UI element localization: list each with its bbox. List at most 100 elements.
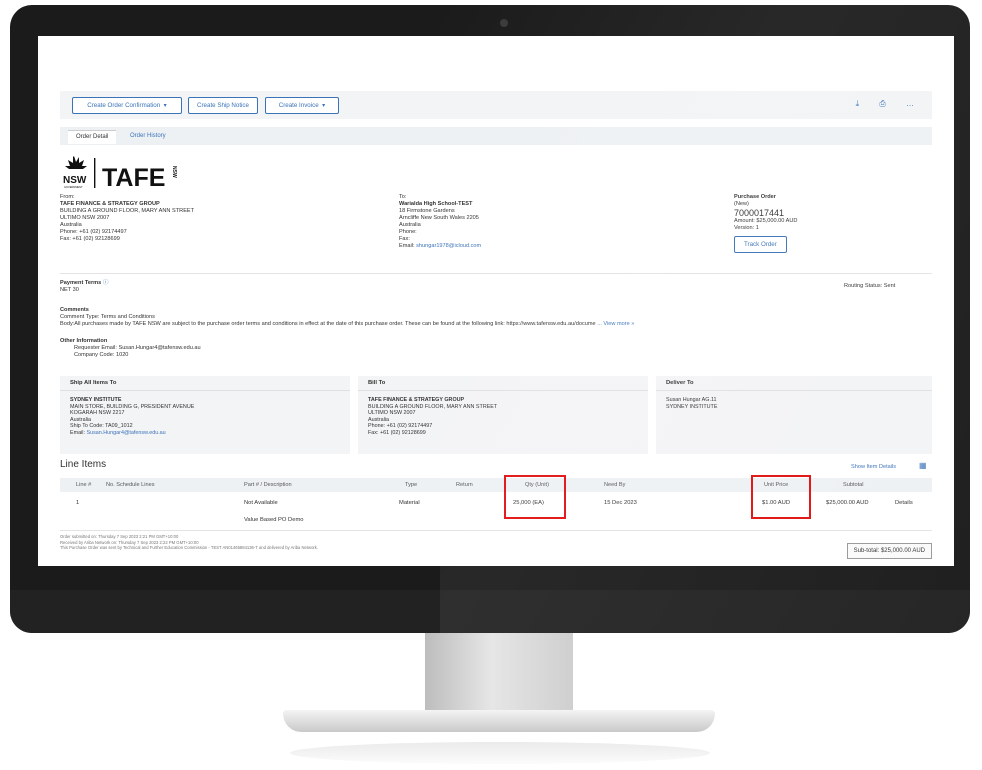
column-header-return: Return [456, 482, 473, 488]
tab-order-detail[interactable]: Order Detail [68, 130, 117, 144]
from-name: TAFE FINANCE & STRATEGY GROUP [60, 201, 160, 207]
from-line: ULTIMO NSW 2007 [60, 215, 110, 221]
to-label: To: [399, 194, 407, 200]
grid-settings-icon[interactable]: ▦ [919, 461, 927, 470]
ship-to-panel: Ship All Items To SYDNEY INSTITUTE MAIN … [60, 376, 350, 454]
footer-line: This Purchase Order was sent by Technica… [60, 545, 319, 551]
to-line: Australia [399, 222, 421, 228]
po-label: Purchase Order [734, 194, 776, 200]
deliver-to-title: Deliver To [656, 376, 932, 391]
other-information-label: Other Information [60, 338, 108, 344]
from-line: Fax: +61 (02) 92128699 [60, 236, 120, 242]
comments-label: Comments [60, 307, 89, 313]
bill-to-title: Bill To [358, 376, 648, 391]
ship-to-line: Australia [70, 416, 91, 423]
chevron-down-icon: ▾ [161, 102, 167, 109]
deliver-to-line: Susan Hungar AG.11 [666, 397, 717, 403]
divider [60, 273, 932, 274]
track-order-button[interactable]: Track Order [734, 236, 787, 253]
part-number: Not Available [244, 500, 278, 506]
deliver-to-panel: Deliver To Susan Hungar AG.11 SYDNEY INS… [656, 376, 932, 454]
action-bar: Create Order Confirmation ▾ Create Ship … [60, 91, 932, 119]
item-type: Material [399, 500, 420, 506]
screen: Create Order Confirmation ▾ Create Ship … [38, 36, 954, 566]
view-more-link[interactable]: ... View more » [597, 321, 634, 327]
more-icon[interactable]: … [906, 99, 914, 108]
tafe-logo-graphic: NSW GOVERNMENT TAFE NSW [63, 156, 177, 192]
ship-to-name: SYDNEY INSTITUTE [70, 397, 122, 403]
email-label: Email: [70, 429, 85, 436]
monitor-base [283, 710, 715, 732]
subtotal-box: Sub-total: $25,000.00 AUD [846, 543, 932, 559]
bill-to-line: BUILDING A GROUND FLOOR, MARY ANN STREET [368, 403, 498, 410]
government-logo-text: GOVERNMENT [64, 185, 83, 189]
button-label: Create Order Confirmation [87, 102, 161, 109]
tafe-nsw-logo: NSW GOVERNMENT TAFE NSW [60, 154, 200, 196]
bill-to-line: ULTIMO NSW 2007 [368, 410, 416, 417]
bill-to-line: Fax: +61 (02) 92128699 [368, 429, 426, 436]
po-amount: Amount: $25,000.00 AUD [734, 218, 798, 224]
ship-to-email-link[interactable]: Susan.Hungar4@tafensw.edu.au [86, 430, 165, 436]
to-email-row: Email: shungar1978@icloud.com [399, 243, 629, 250]
to-email-link[interactable]: shungar1978@icloud.com [416, 243, 481, 249]
tab-order-history[interactable]: Order History [122, 130, 174, 143]
bill-to-line: Phone: +61 (02) 92174497 [368, 423, 433, 430]
comment-body: Body:All purchases made by TAFE NSW are … [60, 321, 596, 327]
comment-type: Comment Type: Terms and Conditions [60, 314, 155, 320]
print-icon[interactable]: ⎙ [879, 99, 885, 108]
bill-to-line: Australia [368, 416, 389, 423]
from-line: Phone: +61 (02) 92174497 [60, 229, 127, 235]
toolbar-icons: ⤓ ⎙ … [838, 99, 914, 109]
tafe-logo-text: TAFE [102, 164, 165, 192]
to-address: To: Warialda High School-TEST 18 Firmsto… [399, 194, 629, 250]
purchase-order-summary: Purchase Order (New) 7000017441 Amount: … [734, 194, 894, 253]
to-line: Fax: [399, 236, 410, 242]
ship-to-line: Ship To Code: TA09_1012 [70, 423, 133, 430]
to-line: Phone: [399, 229, 417, 235]
unit-price-highlight-box [751, 475, 811, 519]
routing-status: Routing Status: Sent [844, 283, 896, 289]
bill-to-name: TAFE FINANCE & STRATEGY GROUP [368, 397, 465, 403]
from-address: From: TAFE FINANCE & STRATEGY GROUP BUIL… [60, 194, 320, 243]
create-invoice-button[interactable]: Create Invoice ▾ [265, 97, 339, 114]
to-line: 18 Firmstone Gardens [399, 208, 455, 214]
monitor-chin [10, 590, 970, 633]
requester-email: Requester Email: Susan.Hungar4@tafensw.e… [74, 345, 201, 351]
email-label: Email: [399, 243, 415, 249]
monitor-base-reflection [290, 742, 710, 764]
create-order-confirmation-button[interactable]: Create Order Confirmation ▾ [72, 97, 182, 114]
button-label: Create Invoice [278, 102, 319, 109]
from-label: From: [60, 194, 75, 200]
order-footer: Order submitted on: Thursday 7 Sep 2023 … [60, 534, 318, 551]
info-icon[interactable]: ⓘ [103, 280, 109, 286]
company-code: Company Code: 1020 [74, 352, 129, 358]
column-header-type: Type [405, 482, 418, 488]
details-link[interactable]: Details [895, 500, 913, 506]
column-header-subtotal: Subtotal [843, 482, 864, 488]
ship-to-email-row: Email: Susan.Hungar4@tafensw.edu.au [70, 430, 340, 437]
column-header-line: Line # [76, 482, 92, 488]
to-name: Warialda High School-TEST [399, 201, 473, 207]
po-version: Version: 1 [734, 225, 759, 231]
ship-to-title: Ship All Items To [60, 376, 350, 391]
other-information: Other Information Requester Email: Susan… [60, 338, 201, 359]
column-header-schedule: No. Schedule Lines [106, 482, 155, 488]
monitor-stand [425, 633, 573, 715]
po-status: (New) [734, 201, 749, 207]
from-line: Australia [60, 222, 82, 228]
deliver-to-line: SYDNEY INSTITUTE [666, 403, 718, 410]
show-item-details-link[interactable]: Show Item Details [851, 464, 896, 471]
chevron-down-icon: ▾ [320, 102, 326, 109]
create-ship-notice-button[interactable]: Create Ship Notice [188, 97, 258, 114]
camera-icon [500, 19, 508, 27]
ship-to-line: KOGARAH NSW 2217 [70, 410, 125, 417]
line-number: 1 [76, 500, 80, 506]
divider [60, 530, 932, 531]
comments-section: Comments Comment Type: Terms and Conditi… [60, 307, 940, 328]
ship-to-line: MAIN STORE, BUILDING G, PRESIDENT AVENUE [70, 403, 195, 410]
download-icon[interactable]: ⤓ [856, 99, 860, 108]
line-items-title: Line Items [60, 459, 107, 470]
payment-terms-value: NET 30 [60, 287, 79, 293]
payment-terms: Payment Terms ⓘ NET 30 [60, 280, 108, 294]
payment-terms-label: Payment Terms [60, 280, 102, 286]
